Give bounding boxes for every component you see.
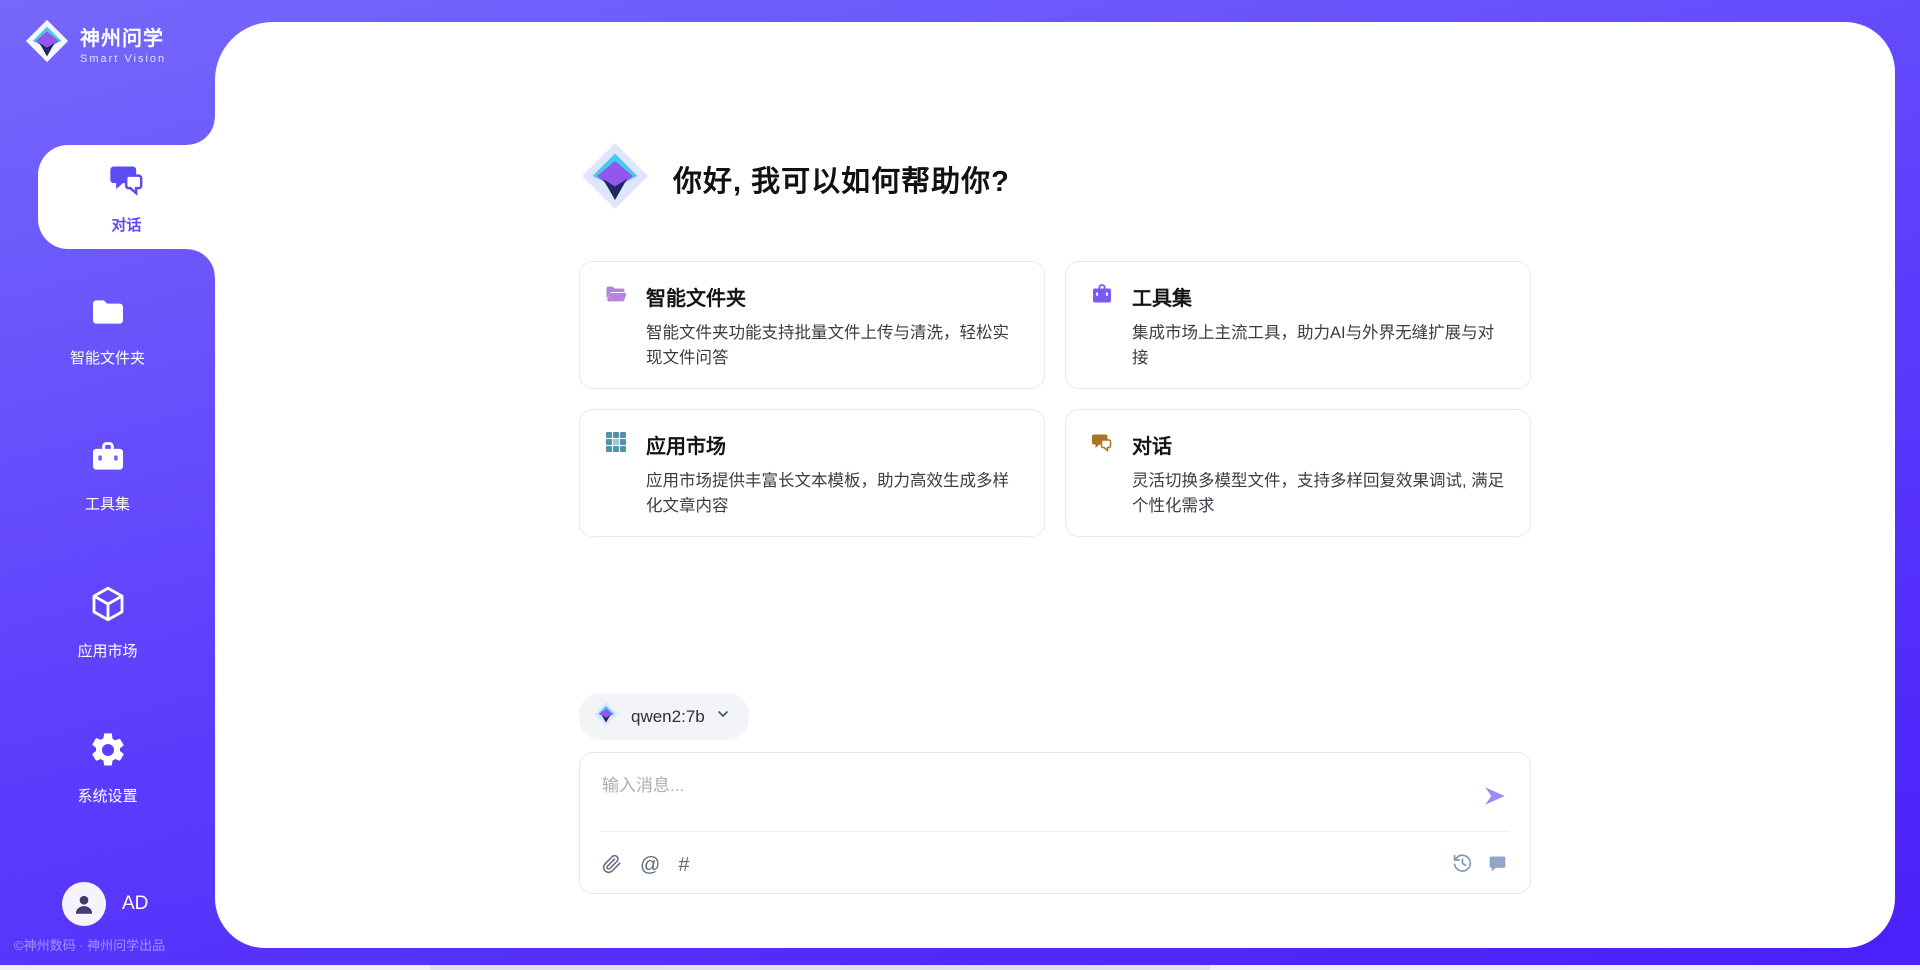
sidebar-item-chat[interactable]: 对话 bbox=[38, 145, 215, 249]
card-title: 应用市场 bbox=[646, 430, 726, 459]
hash-icon[interactable]: # bbox=[678, 855, 689, 875]
main-panel: 你好, 我可以如何帮助你? 智能文件夹 智能文件夹功能支持批量文件上传与清洗，轻… bbox=[215, 22, 1895, 948]
card-description: 应用市场提供丰富长文本模板，助力高效生成多样化文章内容 bbox=[646, 469, 1020, 519]
composer-divider bbox=[600, 831, 1510, 832]
avatar bbox=[62, 882, 106, 926]
sidebar-item-label: 对话 bbox=[111, 214, 141, 235]
chevron-down-icon bbox=[715, 706, 731, 727]
brand-logo-icon bbox=[24, 18, 70, 69]
model-name: qwen2:7b bbox=[631, 707, 705, 727]
assistant-logo-icon bbox=[579, 140, 651, 217]
card-title: 工具集 bbox=[1132, 282, 1192, 311]
conversation-button[interactable] bbox=[1487, 853, 1508, 877]
gear-icon bbox=[88, 730, 128, 775]
message-input[interactable] bbox=[580, 753, 1530, 827]
card-description: 集成市场上主流工具，助力AI与外界无缝扩展与对接 bbox=[1132, 321, 1506, 371]
cube-icon bbox=[87, 583, 129, 630]
card-description: 灵活切换多模型文件，支持多样回复效果调试, 满足个性化需求 bbox=[1132, 469, 1506, 519]
sidebar-item-app-market[interactable]: 应用市场 bbox=[0, 581, 215, 663]
history-button[interactable] bbox=[1452, 853, 1473, 877]
brand: 神州问学 Smart Vision bbox=[0, 0, 215, 69]
message-composer: @ # bbox=[579, 752, 1531, 894]
sidebar: 神州问学 Smart Vision 对话 bbox=[0, 0, 215, 970]
toolbox-icon bbox=[88, 438, 128, 483]
chat-icon bbox=[1090, 430, 1114, 459]
grid-icon bbox=[604, 430, 628, 459]
sidebar-item-smart-folder[interactable]: 智能文件夹 bbox=[0, 289, 215, 371]
user-initials: AD bbox=[122, 893, 148, 915]
card-title: 智能文件夹 bbox=[646, 282, 746, 311]
horizontal-scrollbar[interactable] bbox=[0, 965, 1920, 970]
card-toolset[interactable]: 工具集 集成市场上主流工具，助力AI与外界无缝扩展与对接 bbox=[1065, 261, 1531, 389]
attach-button[interactable] bbox=[602, 854, 622, 877]
history-icon bbox=[1452, 853, 1473, 877]
brand-name: 神州问学 bbox=[80, 22, 166, 51]
sidebar-item-label: 系统设置 bbox=[77, 785, 137, 806]
toolbox-icon bbox=[1090, 282, 1114, 311]
copyright-text: ©神州数码 · 神州问学出品 bbox=[14, 935, 165, 954]
at-icon[interactable]: @ bbox=[640, 855, 660, 875]
feature-cards: 智能文件夹 智能文件夹功能支持批量文件上传与清洗，轻松实现文件问答 bbox=[579, 261, 1531, 537]
folder-icon bbox=[88, 292, 128, 337]
sidebar-nav: 对话 智能文件夹 工具集 bbox=[0, 145, 215, 809]
card-description: 智能文件夹功能支持批量文件上传与清洗，轻松实现文件问答 bbox=[646, 321, 1020, 371]
card-chat[interactable]: 对话 灵活切换多模型文件，支持多样回复效果调试, 满足个性化需求 bbox=[1065, 409, 1531, 537]
sidebar-item-settings[interactable]: 系统设置 bbox=[0, 727, 215, 809]
card-title: 对话 bbox=[1132, 430, 1172, 459]
app-window: 神州问学 Smart Vision 对话 bbox=[0, 0, 1920, 970]
folder-open-icon bbox=[604, 282, 628, 311]
greeting-title: 你好, 我可以如何帮助你? bbox=[673, 158, 1010, 200]
sidebar-item-label: 智能文件夹 bbox=[70, 347, 145, 368]
scrollbar-thumb[interactable] bbox=[430, 965, 1210, 970]
greeting-header: 你好, 我可以如何帮助你? bbox=[579, 140, 1531, 217]
card-app-market[interactable]: 应用市场 应用市场提供丰富长文本模板，助力高效生成多样化文章内容 bbox=[579, 409, 1045, 537]
sidebar-item-label: 应用市场 bbox=[77, 640, 137, 661]
send-icon bbox=[1482, 797, 1508, 812]
model-selector[interactable]: qwen2:7b bbox=[579, 693, 749, 740]
brand-subtitle: Smart Vision bbox=[80, 53, 166, 65]
sidebar-item-toolset[interactable]: 工具集 bbox=[0, 435, 215, 517]
card-smart-folder[interactable]: 智能文件夹 智能文件夹功能支持批量文件上传与清洗，轻松实现文件问答 bbox=[579, 261, 1045, 389]
chat-icon bbox=[107, 159, 147, 204]
sidebar-item-label: 工具集 bbox=[85, 493, 130, 514]
message-icon bbox=[1487, 853, 1508, 877]
user-account[interactable]: AD bbox=[62, 882, 148, 926]
model-logo-icon bbox=[593, 701, 619, 732]
composer-toolbar: @ # bbox=[602, 853, 1508, 877]
paperclip-icon bbox=[602, 854, 622, 877]
send-button[interactable] bbox=[1482, 783, 1508, 812]
